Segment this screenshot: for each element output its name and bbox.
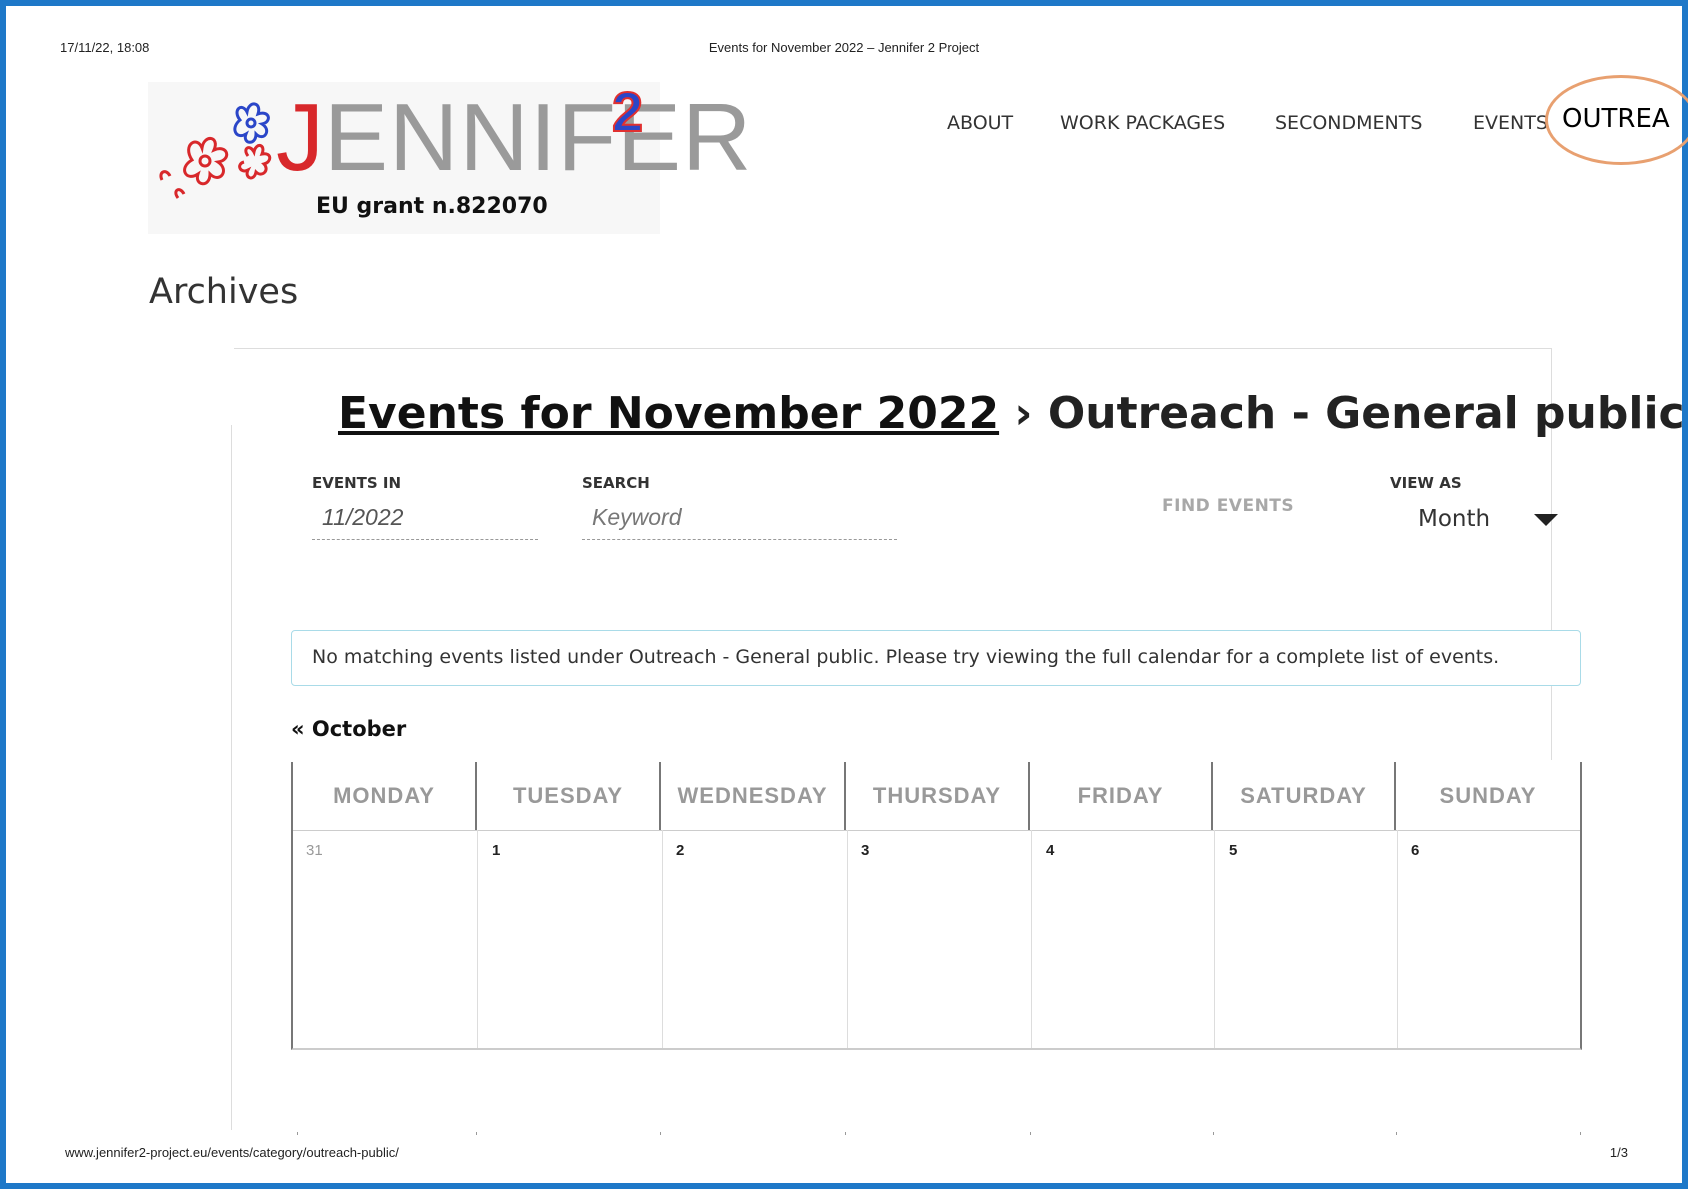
events-in-label: EVENTS IN	[312, 474, 402, 492]
calendar-day-number[interactable]: 3	[861, 842, 869, 859]
calendar-divider	[1031, 870, 1032, 1048]
calendar-day-number[interactable]: 31	[306, 842, 323, 859]
calendar-day-header: SATURDAY	[1213, 762, 1396, 830]
calendar-day-number[interactable]: 1	[492, 842, 500, 859]
page-break-tick	[1030, 1132, 1031, 1135]
page-break-tick	[1396, 1132, 1397, 1135]
content-top-border	[234, 348, 1552, 349]
calendar-divider	[1397, 830, 1398, 870]
calendar-day-header: TUESDAY	[477, 762, 661, 830]
nav-item-events[interactable]: EVENTS	[1473, 112, 1548, 134]
view-as-label: VIEW AS	[1390, 474, 1462, 492]
view-as-value: Month	[1418, 506, 1491, 532]
calendar-divider	[477, 830, 478, 870]
calendar-divider	[1397, 870, 1398, 1048]
page-break-tick	[845, 1132, 846, 1135]
logo-letter-j: J	[276, 84, 324, 191]
calendar-divider	[662, 870, 663, 1048]
print-page-number: 1/3	[1609, 1145, 1628, 1160]
archives-heading: Archives	[149, 272, 299, 312]
page-break-tick	[1580, 1132, 1581, 1135]
logo-superscript: 2	[611, 80, 644, 143]
print-footer: www.jennifer2-project.eu/events/category…	[65, 1145, 1628, 1161]
month-calendar: MONDAY TUESDAY WEDNESDAY THURSDAY FRIDAY…	[291, 762, 1582, 1050]
calendar-day-header: FRIDAY	[1030, 762, 1213, 830]
calendar-day-header: MONDAY	[293, 762, 477, 830]
page-break-tick	[660, 1132, 661, 1135]
page-break-tick	[1213, 1132, 1214, 1135]
chevron-down-icon[interactable]	[1534, 514, 1558, 526]
calendar-day-number[interactable]: 2	[676, 842, 684, 859]
cherry-blossom-icon	[159, 102, 272, 199]
calendar-day-number[interactable]: 4	[1046, 842, 1054, 859]
calendar-header: MONDAY TUESDAY WEDNESDAY THURSDAY FRIDAY…	[293, 762, 1580, 831]
nav-item-about[interactable]: ABOUT	[947, 112, 1013, 134]
calendar-divider	[1214, 870, 1215, 1048]
page-break-tick	[297, 1132, 298, 1135]
calendar-divider	[847, 870, 848, 1048]
nav-item-secondments[interactable]: SECONDMENTS	[1275, 112, 1422, 134]
events-in-date-input[interactable]	[312, 504, 538, 540]
content-left-border	[231, 425, 232, 1130]
calendar-divider	[662, 830, 663, 870]
print-page-title: Events for November 2022 – Jennifer 2 Pr…	[708, 40, 980, 55]
calendar-day-header: WEDNESDAY	[661, 762, 846, 830]
calendar-divider	[1031, 830, 1032, 870]
find-events-button[interactable]: FIND EVENTS	[1162, 496, 1294, 516]
print-url: www.jennifer2-project.eu/events/category…	[65, 1145, 399, 1160]
site-logo[interactable]: J ENNIFER 2 EU grant n.822070	[148, 80, 751, 234]
calendar-divider	[477, 870, 478, 1048]
events-page-title: Events for November 2022 › Outreach - Ge…	[338, 388, 1685, 439]
calendar-divider	[847, 830, 848, 870]
search-label: SEARCH	[582, 474, 650, 492]
calendar-day-number[interactable]: 5	[1229, 842, 1237, 859]
calendar-day-header: SUNDAY	[1439, 783, 1537, 808]
calendar-day-header: THURSDAY	[846, 762, 1030, 830]
events-month-link[interactable]: Events for November 2022	[338, 388, 999, 439]
no-events-notice: No matching events listed under Outreach…	[291, 630, 1581, 686]
page-break-tick	[476, 1132, 477, 1135]
nav-item-work-packages[interactable]: WORK PACKAGES	[1060, 112, 1225, 134]
search-input[interactable]	[582, 504, 897, 540]
calendar-day-number[interactable]: 6	[1411, 842, 1419, 859]
calendar-divider	[1214, 830, 1215, 870]
logo-wordmark: ENNIFER	[324, 84, 753, 191]
nav-item-outreach[interactable]: OUTREA	[1562, 104, 1670, 134]
print-header: 17/11/22, 18:08 Events for November 2022…	[60, 40, 1628, 56]
events-category-label: › Outreach - General public	[999, 388, 1685, 439]
previous-month-link[interactable]: « October	[291, 717, 406, 741]
logo-grant-number: EU grant n.822070	[316, 194, 548, 219]
